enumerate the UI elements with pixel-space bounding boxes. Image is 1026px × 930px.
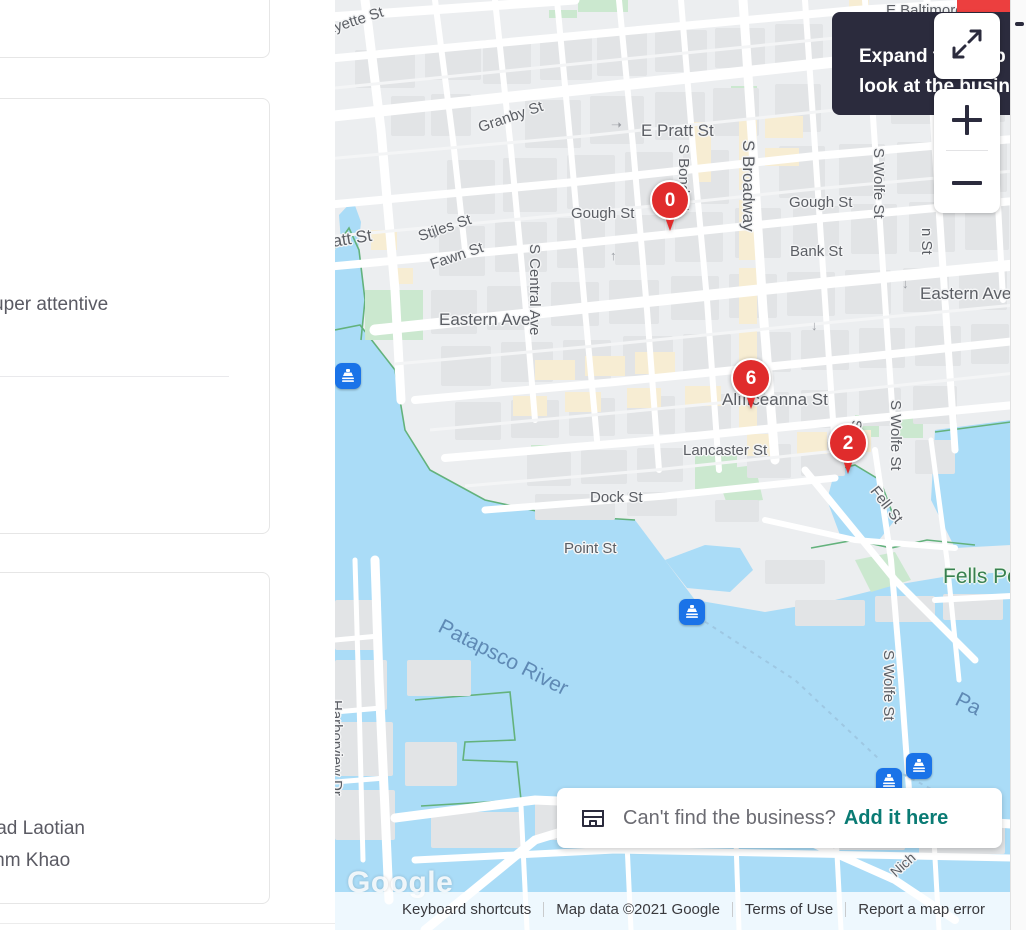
ferry-terminal-icon[interactable] xyxy=(906,753,932,779)
terms-of-use-link[interactable]: Terms of Use xyxy=(733,901,845,918)
map-pin-label: 2 xyxy=(842,432,854,454)
plus-icon xyxy=(952,104,982,135)
keyboard-shortcuts-link[interactable]: Keyboard shortcuts xyxy=(390,901,543,918)
map-pin-label: 6 xyxy=(745,367,757,389)
report-map-error-link[interactable]: Report a map error xyxy=(846,901,997,918)
ferry-terminal-icon[interactable] xyxy=(679,599,705,625)
review-card[interactable]: f is super attentive xyxy=(0,98,270,534)
map-panel[interactable]: E Baltimore Stnbayette StGranby StE Prat… xyxy=(335,0,1011,930)
review-card-text: ver had Laotian e Nahm Khao xyxy=(0,818,85,871)
map-pin[interactable]: 6 xyxy=(731,358,771,410)
zoom-controls[interactable] xyxy=(934,89,1000,213)
review-card[interactable] xyxy=(0,0,270,58)
review-card-text: f is super attentive xyxy=(0,294,109,315)
page-scrollbar-thumb[interactable] xyxy=(1015,22,1024,26)
expand-diagonal-arrows-icon xyxy=(949,26,985,67)
map-data-copyright: Map data ©2021 Google xyxy=(556,901,720,918)
review-card[interactable]: ver had Laotian e Nahm Khao xyxy=(0,572,270,904)
storefront-icon xyxy=(579,804,607,832)
map-pin-head: 2 xyxy=(828,423,868,463)
add-business-question: Can't find the business? xyxy=(623,806,836,829)
reviews-sidebar: f is super attentive ver had Laotian e N… xyxy=(0,0,335,930)
zoom-out-button[interactable] xyxy=(934,152,1000,213)
add-business-bar[interactable]: Can't find the business? Add it here xyxy=(557,788,1002,848)
zoom-controls-divider xyxy=(946,150,988,151)
review-card-divider xyxy=(0,376,229,377)
map-pin-head: 0 xyxy=(650,180,690,220)
map-pin[interactable]: 2 xyxy=(828,423,868,475)
page-scrollbar[interactable] xyxy=(1010,0,1026,930)
map-pin-head: 6 xyxy=(731,358,771,398)
map-page-root: f is super attentive ver had Laotian e N… xyxy=(0,0,1026,930)
expand-map-button[interactable] xyxy=(934,13,1000,79)
minus-icon xyxy=(952,168,982,198)
ferry-terminal-icon[interactable] xyxy=(335,363,361,389)
sidebar-bottom-edge xyxy=(0,923,335,930)
map-pin-label: 0 xyxy=(664,189,676,211)
add-business-cta-link[interactable]: Add it here xyxy=(844,807,948,830)
map-attribution-bar: Keyboard shortcuts Map data ©2021 Google… xyxy=(335,901,1011,918)
map-pin[interactable]: 0 xyxy=(650,180,690,232)
zoom-in-button[interactable] xyxy=(934,89,1000,150)
